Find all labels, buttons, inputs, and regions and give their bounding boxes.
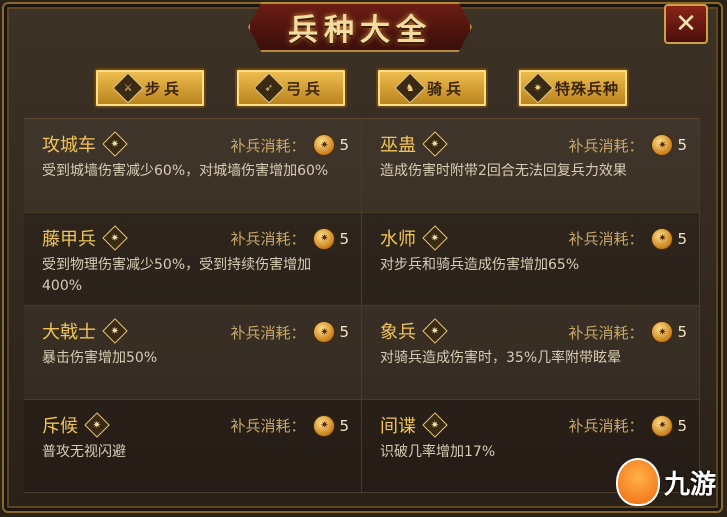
unit-name: 水师 <box>380 228 416 250</box>
cost-label: 补兵消耗： <box>230 323 306 342</box>
coin-icon: ✷ <box>313 321 336 343</box>
unit-card[interactable]: 斥候 ✷ 补兵消耗： ✷ 5 普攻无视闪避 <box>24 399 362 493</box>
unit-name: 象兵 <box>380 322 416 343</box>
tab-label: 特殊兵种 <box>554 79 619 98</box>
cost-label: 补兵消耗： <box>230 230 306 248</box>
tab-special[interactable]: ✷ 特殊兵种 <box>517 68 629 108</box>
special-icon: ✷ <box>102 131 128 157</box>
archer-icon: ➶ <box>253 72 285 104</box>
cost-label: 补兵消耗： <box>568 136 644 155</box>
tab-infantry[interactable]: ⚔ 步兵 <box>94 68 206 108</box>
watermark: 九游 <box>616 454 726 510</box>
supply-cost: 补兵消耗： ✷ 5 <box>230 134 349 156</box>
cost-value: 5 <box>677 229 687 248</box>
title-banner: 兵种大全 <box>248 2 472 52</box>
cost-label: 补兵消耗： <box>568 323 644 342</box>
coin-icon: ✷ <box>313 227 336 250</box>
supply-cost: 补兵消耗： ✷ 5 <box>568 134 687 156</box>
tab-cavalry[interactable]: ♞ 骑兵 <box>376 68 488 108</box>
cost-label: 补兵消耗： <box>230 136 306 155</box>
special-icon: ✷ <box>422 224 448 251</box>
coin-icon: ✷ <box>651 227 674 250</box>
infantry-icon: ⚔ <box>112 72 144 104</box>
unit-name: 攻城车 <box>42 135 96 156</box>
unit-card[interactable]: 象兵 ✷ 补兵消耗： ✷ 5 对骑兵造成伤害时，35%几率附带眩晕 <box>362 306 700 400</box>
cost-value: 5 <box>339 229 349 248</box>
special-icon: ✷ <box>422 131 448 157</box>
unit-card[interactable]: 大戟士 ✷ 补兵消耗： ✷ 5 暴击伤害增加50% <box>24 306 362 400</box>
cost-label: 补兵消耗： <box>230 417 306 435</box>
unit-name: 间谍 <box>380 415 416 437</box>
unit-description: 造成伤害时附带2回合无法回复兵力效果 <box>380 163 627 179</box>
unit-card[interactable]: 水师 ✷ 补兵消耗： ✷ 5 对步兵和骑兵造成伤害增加65% <box>362 212 700 306</box>
unit-description: 对步兵和骑兵造成伤害增加65% <box>380 256 580 273</box>
unit-description: 暴击伤害增加50% <box>42 350 158 366</box>
cost-label: 补兵消耗： <box>568 230 644 248</box>
unit-description: 受到物理伤害减少50%，受到持续伤害增加400% <box>42 256 312 294</box>
special-icon: ✷ <box>422 411 448 438</box>
cost-value: 5 <box>677 416 687 435</box>
unit-name: 斥候 <box>42 415 78 437</box>
supply-cost: 补兵消耗： ✷ 5 <box>230 414 349 437</box>
special-icon: ✷ <box>422 318 448 344</box>
cost-label: 补兵消耗： <box>568 417 644 435</box>
tab-label: 骑兵 <box>426 79 465 98</box>
coin-icon: ✷ <box>651 414 674 437</box>
supply-cost: 补兵消耗： ✷ 5 <box>230 227 349 250</box>
mascot-logo-icon <box>616 458 660 506</box>
tab-bar: ⚔ 步兵 ➶ 弓兵 ♞ 骑兵 ✷ 特殊兵种 <box>94 68 634 110</box>
tab-archer[interactable]: ➶ 弓兵 <box>235 68 347 108</box>
unit-description: 普攻无视闪避 <box>42 443 126 460</box>
unit-description: 对骑兵造成伤害时，35%几率附带眩晕 <box>380 350 622 366</box>
special-icon: ✷ <box>102 318 128 344</box>
cost-value: 5 <box>339 416 349 435</box>
unit-name: 藤甲兵 <box>42 228 96 250</box>
special-icon: ✷ <box>102 224 128 251</box>
unit-card[interactable]: 攻城车 ✷ 补兵消耗： ✷ 5 受到城墙伤害减少60%，对城墙伤害增加60% <box>24 119 362 213</box>
supply-cost: 补兵消耗： ✷ 5 <box>568 321 687 343</box>
coin-icon: ✷ <box>651 134 674 156</box>
watermark-text: 九游 <box>664 469 717 500</box>
coin-icon: ✷ <box>313 414 336 437</box>
close-button[interactable]: ✕ <box>664 4 708 44</box>
special-icon: ✷ <box>522 72 554 104</box>
special-icon: ✷ <box>84 411 110 438</box>
unit-name: 大戟士 <box>42 322 96 343</box>
unit-card[interactable]: 巫蛊 ✷ 补兵消耗： ✷ 5 造成伤害时附带2回合无法回复兵力效果 <box>362 119 700 213</box>
supply-cost: 补兵消耗： ✷ 5 <box>230 321 349 343</box>
supply-cost: 补兵消耗： ✷ 5 <box>568 227 687 250</box>
cost-value: 5 <box>339 136 349 154</box>
unit-name: 巫蛊 <box>380 135 416 156</box>
cost-value: 5 <box>677 323 687 341</box>
unit-card[interactable]: 藤甲兵 ✷ 补兵消耗： ✷ 5 受到物理伤害减少50%，受到持续伤害增加400% <box>24 212 362 306</box>
unit-description: 受到城墙伤害减少60%，对城墙伤害增加60% <box>42 163 329 179</box>
tab-label: 弓兵 <box>285 79 324 98</box>
coin-icon: ✷ <box>313 134 336 156</box>
unit-grid: 攻城车 ✷ 补兵消耗： ✷ 5 受到城墙伤害减少60%，对城墙伤害增加60% 巫… <box>24 118 700 493</box>
tab-label: 步兵 <box>144 79 183 98</box>
cavalry-icon: ♞ <box>394 72 426 104</box>
supply-cost: 补兵消耗： ✷ 5 <box>568 414 687 437</box>
page-title: 兵种大全 <box>288 13 432 48</box>
cost-value: 5 <box>339 323 349 341</box>
close-icon: ✕ <box>675 9 697 39</box>
cost-value: 5 <box>677 136 687 154</box>
coin-icon: ✷ <box>651 321 674 343</box>
